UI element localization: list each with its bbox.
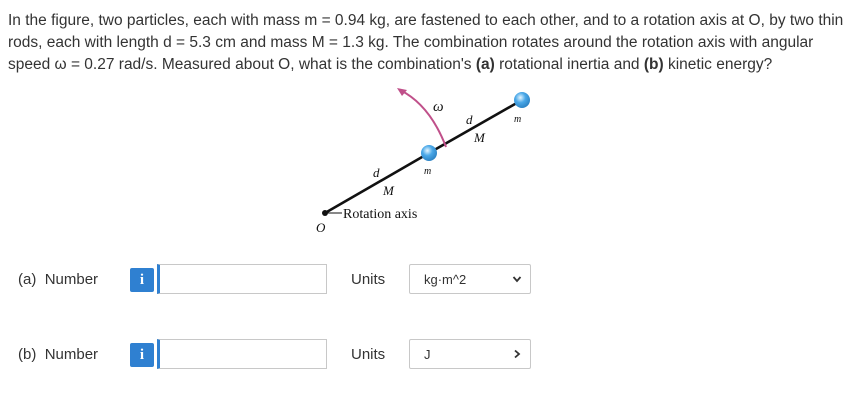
question-middle: rotational inertia and: [494, 56, 644, 73]
label-omega: ω: [433, 99, 444, 115]
units-select-a[interactable]: kg·m^2: [409, 264, 531, 294]
info-icon[interactable]: i: [130, 268, 154, 292]
number-input-a[interactable]: [157, 264, 327, 294]
question-text: In the figure, two particles, each with …: [8, 10, 853, 76]
part-a-label: (a) Number: [18, 271, 98, 288]
units-label-b: Units: [351, 346, 386, 363]
label-M-upper: M: [473, 130, 486, 145]
label-m-upper: m: [514, 114, 521, 125]
rod-particle-diagram: ω d M m m d M Rotation axis O: [316, 88, 530, 235]
part-b-label: (b) Number: [18, 346, 98, 363]
units-value-a: kg·m^2: [424, 272, 467, 287]
answer-row-b: (b) Number i Units J: [0, 339, 864, 373]
label-M-lower: M: [382, 183, 395, 198]
part-b-letter: (b): [18, 346, 37, 363]
info-icon[interactable]: i: [130, 343, 154, 367]
question-end: kinetic energy?: [663, 56, 773, 73]
units-label-a: Units: [351, 271, 386, 288]
particle-upper: [514, 92, 530, 108]
part-a-letter: (a): [18, 271, 37, 288]
part-a-marker: (a): [475, 56, 495, 73]
answer-row-a: (a) Number i Units kg·m^2: [0, 264, 864, 298]
rod-lower: [324, 151, 430, 215]
chevron-right-icon: [514, 349, 521, 359]
physics-figure: ω d M m m d M Rotation axis O: [300, 82, 560, 242]
number-input-b[interactable]: [157, 339, 327, 369]
label-rotation-axis: Rotation axis: [343, 207, 417, 222]
part-a-number-label: Number: [44, 271, 99, 288]
units-value-b: J: [424, 347, 431, 362]
part-b-marker: (b): [643, 56, 664, 73]
origin-pivot: [322, 210, 328, 216]
label-m-lower: m: [424, 166, 431, 177]
units-select-b[interactable]: J: [409, 339, 531, 369]
part-b-number-label: Number: [44, 346, 99, 363]
label-origin: O: [316, 220, 326, 235]
chevron-down-icon: [512, 276, 522, 283]
label-d-lower: d: [373, 165, 380, 180]
label-d-upper: d: [466, 112, 473, 127]
particle-lower: [421, 145, 437, 161]
